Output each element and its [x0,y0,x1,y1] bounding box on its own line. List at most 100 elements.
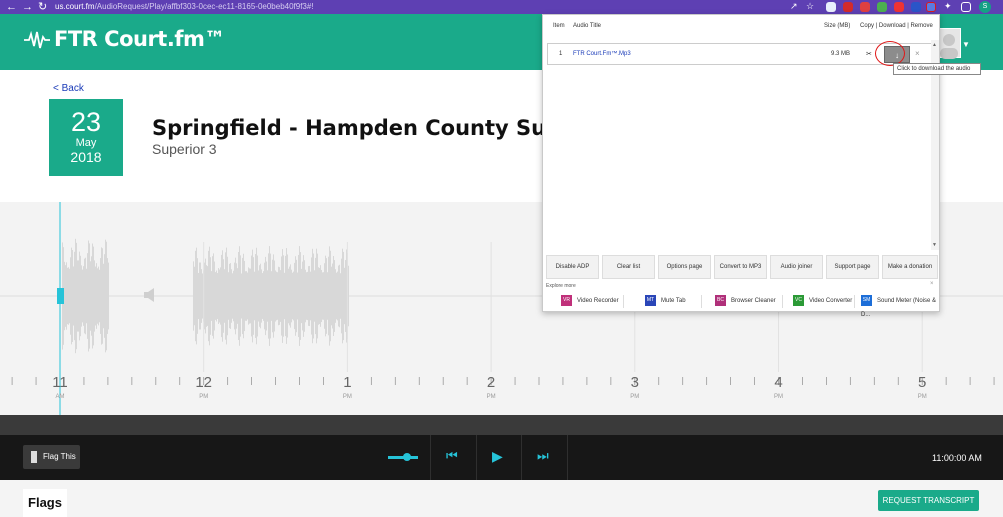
waveform-bar [328,256,329,336]
waveform-bar [275,270,276,322]
support-page-button[interactable]: Support page [826,255,879,279]
hour-label: 2 [486,374,496,391]
options-page-button[interactable]: Options page [658,255,711,279]
convert-to-mp3-button[interactable]: Convert to MP3 [714,255,767,279]
play-icon[interactable]: ▶ [492,448,503,465]
timeline-scroll-track[interactable] [0,415,1003,435]
waveform-bar [81,265,82,327]
promo-browser-cleaner[interactable]: BC Browser Cleaner [715,294,776,308]
audio-joiner-button[interactable]: Audio joiner [770,255,823,279]
waveform-bar [84,258,85,334]
waveform-bar [295,256,296,336]
flag-this-button[interactable]: Flag This [23,445,80,469]
waveform-bar [206,265,207,327]
waveform-bar [228,272,229,320]
waveform-bar [252,249,253,343]
puzzle-extensions-icon[interactable]: ✦ [944,1,954,11]
chevron-down-icon[interactable]: ▼ [962,40,970,49]
waveform-bar [223,259,224,333]
waveform-bar [256,247,257,345]
waveform-bar [280,270,281,322]
divider [521,435,522,480]
request-transcript-button[interactable]: REQUEST TRANSCRIPT [878,490,979,511]
flags-tab[interactable]: Flags [23,489,67,517]
extension-icon-6[interactable] [911,2,921,12]
side-panel-icon[interactable] [961,2,971,12]
waveform-bar [86,268,87,324]
ampm-label: PM [630,394,640,400]
waveform-bar [253,257,254,335]
skip-back-icon[interactable]: ⏮ [446,448,458,464]
row-audio-title[interactable]: FTR Court.Fm™.Mp3 [573,51,631,57]
extension-icon-4[interactable] [877,2,887,12]
header-size: Size (MB) [824,23,851,29]
reload-icon[interactable]: ↻ [38,1,47,13]
forward-arrow-icon[interactable]: → [22,1,33,13]
back-link[interactable]: < Back [53,83,84,94]
waveform-bar [265,256,266,336]
waveform-bar [105,239,106,353]
bookmark-star-icon[interactable]: ☆ [806,1,816,11]
waveform-bar [83,266,84,326]
volume-slider-knob[interactable] [403,453,411,461]
waveform-bar [221,254,222,338]
divider [567,435,568,480]
skip-forward-icon[interactable]: ⏭ [537,448,549,464]
address-bar[interactable]: us.court.fm/AudioRequest/Play/affbf303-0… [55,0,314,14]
make-donation-button[interactable]: Make a donation [882,255,938,279]
date-month: May [75,137,97,149]
extension-icon-2[interactable] [843,2,853,12]
promo-mute-tab[interactable]: MT Mute Tab [645,294,686,308]
promo-label: Video Recorder [577,298,619,304]
ftr-logo[interactable]: FTR Court.fm™ [24,27,225,51]
waveform-bar [299,246,300,346]
promo-sound-meter[interactable]: SM Sound Meter (Noise & D... [861,294,939,318]
share-icon[interactable]: ↗ [790,1,800,11]
promo-video-recorder[interactable]: VR Video Recorder [561,294,619,308]
extension-icon-3[interactable] [860,2,870,12]
waveform-bar [331,266,332,326]
waveform-bar [283,255,284,337]
hour-label: 12 [195,374,213,391]
waveform-bar [272,259,273,333]
waveform-bar [286,248,287,344]
back-arrow-icon[interactable]: ← [6,1,17,13]
waveform-bar [348,265,349,327]
waveform-bar [254,271,255,321]
waveform-bar [339,264,340,328]
waveform-bar [65,265,66,327]
waveform-bar [229,263,230,329]
extension-icon-5[interactable] [894,2,904,12]
clear-list-button[interactable]: Clear list [602,255,655,279]
waveform-bar [288,268,289,324]
waveform-bar [310,271,311,321]
copy-icon[interactable]: ✂ [866,50,872,58]
waveform-bar [267,270,268,322]
scroll-down-icon[interactable]: ▼ [932,242,937,248]
waveform-bar [73,266,74,326]
hour-label: 4 [774,374,783,391]
promo-video-converter[interactable]: VC Video Converter [793,294,852,308]
waveform-bar [317,253,318,339]
profile-avatar[interactable]: S [979,1,991,13]
hour-label: 3 [630,374,639,391]
close-explore-icon[interactable]: × [930,281,934,287]
downloader-extension-icon[interactable] [926,2,936,12]
divider [854,295,855,308]
waveform-bar [264,262,265,330]
waveform-bar [245,271,246,321]
waveform-bar [251,255,252,337]
waveform-bar [320,265,321,327]
remove-icon[interactable]: × [915,49,920,58]
extension-icon-1[interactable] [826,2,836,12]
waveform-bar [309,265,310,327]
waveform-bar [242,257,243,335]
disable-adp-button[interactable]: Disable ADP [546,255,599,279]
url-path: /AudioRequest/Play/affbf303-0cec-ec11-81… [94,2,314,11]
waveform-bar [210,257,211,335]
waveform-bar [82,269,83,323]
waveform-bar [296,259,297,333]
waveform-bar [276,271,277,321]
waveform-bar [217,273,218,319]
scroll-up-icon[interactable]: ▲ [932,42,937,48]
